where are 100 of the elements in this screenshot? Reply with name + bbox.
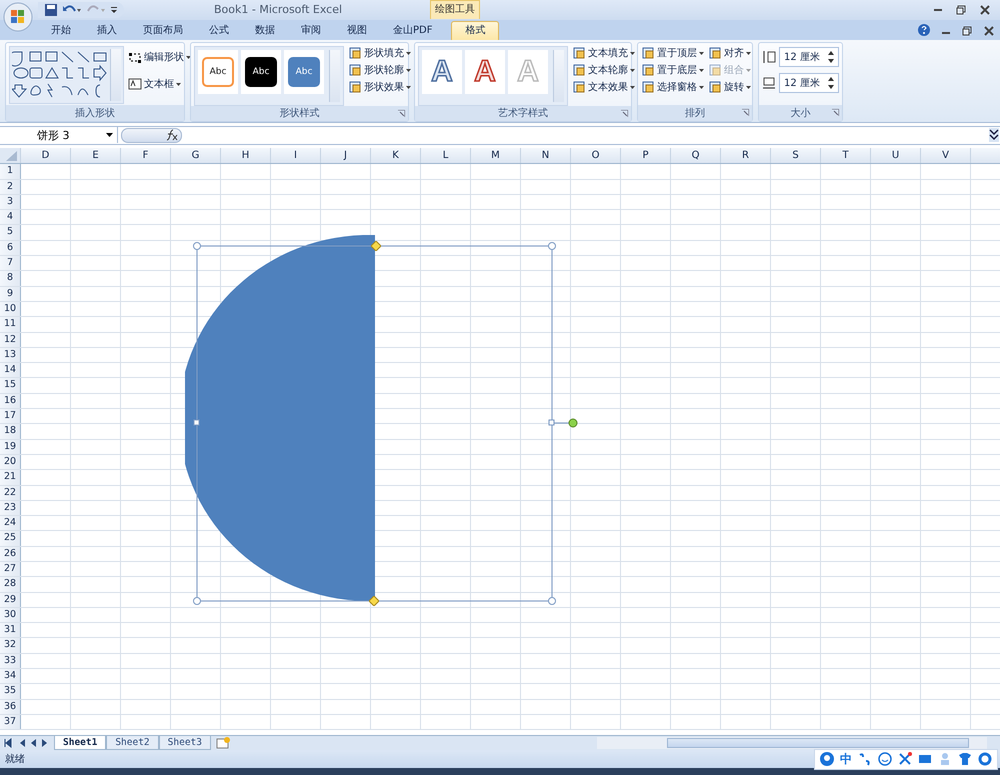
row-header[interactable]: 36	[0, 700, 21, 714]
row-header[interactable]: 20	[0, 454, 21, 470]
text-box-icon	[128, 77, 142, 91]
ribbon-tab[interactable]: 页面布局	[130, 22, 196, 40]
row-header[interactable]: 31	[0, 623, 21, 638]
ribbon-button[interactable]: 文本框	[144, 77, 174, 91]
row-header[interactable]: 35	[0, 684, 21, 699]
row-header[interactable]: 12	[0, 332, 21, 347]
sheet-tab[interactable]: Sheet1	[54, 736, 106, 750]
column-header[interactable]: K	[370, 148, 420, 164]
column-header[interactable]: H	[220, 148, 270, 164]
column-header[interactable]: L	[420, 148, 470, 164]
row-header[interactable]: 28	[0, 577, 21, 592]
row-header[interactable]: 1	[0, 164, 21, 179]
row-header[interactable]: 37	[0, 714, 21, 730]
row-header[interactable]: 26	[0, 546, 21, 561]
ribbon-button[interactable]: 选择窗格	[657, 80, 697, 94]
row-header[interactable]: 7	[0, 256, 21, 270]
group-label: 形状样式	[280, 106, 320, 120]
column-header[interactable]: D	[20, 148, 70, 164]
shape-style-swatch[interactable]: Abc	[245, 56, 277, 86]
ribbon-tab[interactable]: 审阅	[288, 22, 334, 40]
ribbon-tab[interactable]: 格式	[451, 20, 500, 40]
row-header[interactable]: 14	[0, 363, 21, 378]
ribbon-tab[interactable]: 视图	[334, 22, 380, 40]
column-header[interactable]: J	[320, 148, 370, 164]
size-spinner[interactable]: 12 厘米	[779, 72, 839, 92]
ribbon-button[interactable]: 形状轮廓	[364, 63, 404, 77]
row-header[interactable]: 13	[0, 348, 21, 362]
sheet-tab[interactable]: Sheet3	[158, 736, 211, 750]
row-header[interactable]: 21	[0, 470, 21, 485]
width-icon	[762, 76, 776, 90]
row-header[interactable]: 27	[0, 562, 21, 576]
ribbon-tab[interactable]: 插入	[84, 22, 130, 40]
sheet-tab[interactable]: Sheet2	[106, 736, 159, 750]
horizontal-scrollbar[interactable]	[597, 737, 987, 750]
format-icon	[348, 80, 362, 94]
row-header[interactable]: 5	[0, 225, 21, 240]
row-header[interactable]: 17	[0, 409, 21, 424]
column-header[interactable]: Q	[670, 148, 720, 164]
row-header[interactable]: 30	[0, 608, 21, 622]
row-header[interactable]: 24	[0, 516, 21, 530]
column-header[interactable]: M	[470, 148, 520, 164]
emoji-icon	[878, 752, 892, 766]
insert-sheet-icon	[214, 737, 231, 750]
ribbon-button[interactable]: 对齐	[724, 46, 744, 60]
row-header[interactable]: 23	[0, 500, 21, 516]
column-header[interactable]: V	[920, 148, 970, 164]
ribbon-button[interactable]: 编辑形状	[144, 50, 184, 64]
rotation-handle	[554, 418, 578, 428]
row-header[interactable]: 15	[0, 378, 21, 393]
row-header[interactable]: 4	[0, 210, 21, 224]
row-header[interactable]: 3	[0, 194, 21, 210]
ribbon-tab[interactable]: 开始	[38, 22, 84, 40]
ribbon-tab[interactable]: 公式	[196, 22, 242, 40]
column-header[interactable]: I	[270, 148, 320, 164]
shape-style-swatch[interactable]: Abc	[288, 56, 320, 86]
ribbon-button[interactable]: 文本填充	[588, 46, 628, 60]
column-header[interactable]: F	[120, 148, 170, 164]
input-mode-toggle[interactable]: 中	[840, 750, 852, 768]
size-spinner[interactable]: 12 厘米	[779, 46, 839, 66]
shape-style-swatch[interactable]: Abc	[202, 56, 234, 86]
row-header[interactable]: 34	[0, 669, 21, 684]
column-header[interactable]: S	[770, 148, 820, 164]
row-header[interactable]: 19	[0, 440, 21, 454]
arrange-icon	[708, 46, 722, 60]
ribbon-button[interactable]: 置于底层	[657, 63, 697, 77]
column-header[interactable]: O	[570, 148, 620, 164]
ribbon-tab[interactable]: 数据	[242, 22, 288, 40]
row-header[interactable]: 10	[0, 302, 21, 316]
ribbon-button[interactable]: 置于顶层	[657, 46, 697, 60]
column-header[interactable]: U	[870, 148, 920, 164]
row-header[interactable]: 25	[0, 531, 21, 546]
caret-icon	[746, 86, 751, 88]
name-box[interactable]: 饼形 3	[0, 127, 118, 144]
column-header[interactable]: N	[520, 148, 570, 164]
ribbon-button[interactable]: 文本轮廓	[588, 63, 628, 77]
ribbon-button[interactable]: 文本效果	[588, 80, 628, 94]
ribbon-button[interactable]: 旋转	[724, 80, 744, 94]
column-header[interactable]: R	[720, 148, 770, 164]
column-header[interactable]: E	[70, 148, 120, 164]
row-header[interactable]: 9	[0, 286, 21, 301]
ribbon-button[interactable]: 形状填充	[364, 46, 404, 60]
ribbon-tab[interactable]: 金山PDF	[380, 22, 446, 40]
row-header[interactable]: 8	[0, 271, 21, 286]
ribbon-button[interactable]: 形状效果	[364, 80, 404, 94]
row-header[interactable]: 11	[0, 317, 21, 332]
group-label: 排列	[685, 106, 705, 120]
column-header[interactable]: G	[170, 148, 220, 164]
column-header[interactable]: P	[620, 148, 670, 164]
row-header[interactable]: 16	[0, 394, 21, 408]
row-header[interactable]: 29	[0, 592, 21, 607]
row-header[interactable]: 6	[0, 240, 21, 256]
column-header[interactable]: T	[820, 148, 870, 164]
row-header[interactable]: 2	[0, 180, 21, 194]
row-header[interactable]: 18	[0, 424, 21, 439]
row-header[interactable]: 22	[0, 486, 21, 500]
row-header[interactable]: 33	[0, 654, 21, 668]
row-header[interactable]: 32	[0, 638, 21, 653]
insert-function-button[interactable]	[121, 128, 182, 143]
